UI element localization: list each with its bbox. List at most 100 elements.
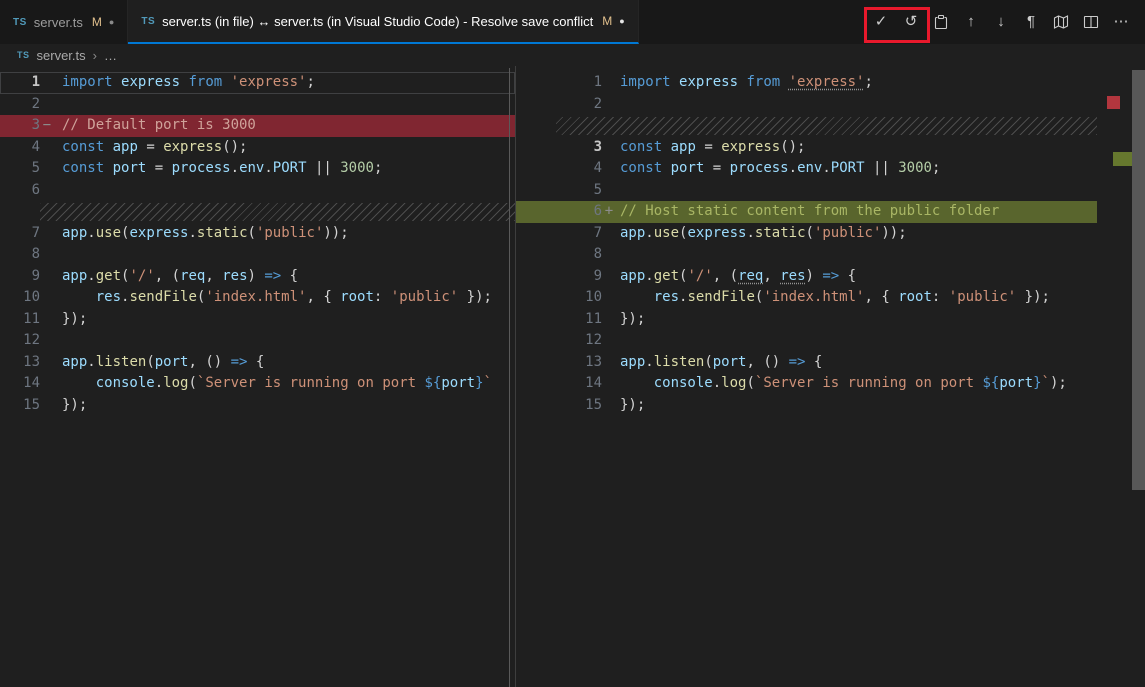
- line-number: 8: [0, 244, 40, 266]
- line-number: 5: [516, 180, 602, 202]
- diff-sign: [602, 330, 616, 352]
- code-line[interactable]: 14 console.log(`Server is running on por…: [0, 373, 515, 395]
- diff-editor: 1import express from 'express';23−// Def…: [0, 66, 1145, 687]
- code-line[interactable]: 15});: [0, 395, 515, 417]
- code-text: // Default port is 3000: [54, 115, 256, 137]
- code-text: [616, 244, 620, 266]
- code-text: res.sendFile('index.html', { root: 'publ…: [54, 287, 492, 309]
- diff-sign: [602, 137, 616, 159]
- code-line[interactable]: 3const app = express();: [516, 137, 1097, 159]
- code-text: [616, 330, 620, 352]
- diff-sign: [40, 158, 54, 180]
- code-line[interactable]: 14 console.log(`Server is running on por…: [516, 373, 1097, 395]
- code-line[interactable]: 3−// Default port is 3000: [0, 115, 515, 137]
- code-text: [616, 94, 620, 116]
- scrollbar-thumb[interactable]: [1132, 70, 1145, 490]
- code-line[interactable]: 13 app.listen(port, () => {: [516, 352, 1097, 374]
- code-text: app.listen(port, () => {: [54, 352, 264, 374]
- map-icon[interactable]: [1049, 10, 1073, 34]
- dirty-indicator-icon[interactable]: ●: [109, 17, 114, 27]
- code-text: import express from 'express';: [616, 72, 873, 94]
- code-text: [54, 180, 62, 202]
- diff-pane-original[interactable]: 1import express from 'express';23−// Def…: [0, 66, 516, 687]
- code-line[interactable]: 11});: [0, 309, 515, 331]
- accept-changes-icon[interactable]: ✓: [869, 10, 893, 34]
- minimap[interactable]: [1097, 66, 1132, 687]
- chevron-right-icon: ›: [93, 48, 97, 63]
- code-line[interactable]: 9app.get('/', (req, res) => {: [516, 266, 1097, 288]
- line-number: 2: [516, 94, 602, 116]
- clipboard-icon[interactable]: [929, 10, 953, 34]
- toggle-whitespace-icon[interactable]: ¶: [1019, 10, 1043, 34]
- code-text: app.get('/', (req, res) => {: [54, 266, 298, 288]
- revert-icon[interactable]: ↺: [899, 10, 923, 34]
- code-line[interactable]: 7app.use(express.static('public'));: [0, 223, 515, 245]
- code-text: console.log(`Server is running on port $…: [616, 373, 1067, 395]
- code-line[interactable]: 5: [516, 180, 1097, 202]
- breadcrumb-more[interactable]: …: [104, 48, 117, 63]
- line-number: 10: [516, 287, 602, 309]
- dirty-indicator-icon[interactable]: ●: [619, 16, 624, 26]
- breadcrumb-file[interactable]: server.ts: [37, 48, 86, 63]
- code-line[interactable]: 2: [516, 94, 1097, 116]
- line-number: 15: [516, 395, 602, 417]
- line-number: 6: [0, 180, 40, 202]
- code-line[interactable]: 7app.use(express.static('public'));: [516, 223, 1097, 245]
- diff-pane-modified[interactable]: 1import express from 'express';2 3const a…: [516, 66, 1145, 687]
- diff-sign: [40, 309, 54, 331]
- line-number: 7: [516, 223, 602, 245]
- code-line[interactable]: 4const port = process.env.PORT || 3000;: [516, 158, 1097, 180]
- diff-sign: [40, 330, 54, 352]
- code-line[interactable]: 12: [0, 330, 515, 352]
- diff-sign: [40, 395, 54, 417]
- line-number: 3: [0, 115, 40, 137]
- line-number: 3: [516, 137, 602, 159]
- diff-sign: [40, 72, 54, 94]
- next-change-icon[interactable]: ↓: [989, 10, 1013, 34]
- diff-sign: [602, 373, 616, 395]
- code-line[interactable]: 8: [516, 244, 1097, 266]
- code-line[interactable]: 10 res.sendFile('index.html', { root: 'p…: [0, 287, 515, 309]
- code-text: app.listen(port, () => {: [616, 352, 822, 374]
- code-text: });: [54, 309, 87, 331]
- tab-label: server.ts: [34, 15, 83, 30]
- diff-sign: [40, 94, 54, 116]
- code-line[interactable]: 13app.listen(port, () => {: [0, 352, 515, 374]
- code-line[interactable]: 1import express from 'express';: [0, 72, 515, 94]
- previous-change-icon[interactable]: ↑: [959, 10, 983, 34]
- code-line[interactable]: 2: [0, 94, 515, 116]
- code-line[interactable]: 4const app = express();: [0, 137, 515, 159]
- code-line[interactable]: 15});: [516, 395, 1097, 417]
- split-editor-icon[interactable]: [1079, 10, 1103, 34]
- line-number: 14: [516, 373, 602, 395]
- git-modified-badge: M: [92, 15, 102, 29]
- tab-server-ts[interactable]: TS server.ts M ●: [0, 0, 128, 44]
- code-text: const port = process.env.PORT || 3000;: [616, 158, 940, 180]
- diff-filler-row[interactable]: [0, 201, 515, 223]
- diff-filler-row[interactable]: [516, 115, 1097, 137]
- code-line[interactable]: 5const port = process.env.PORT || 3000;: [0, 158, 515, 180]
- diff-sign: [602, 352, 616, 374]
- code-text: app.get('/', (req, res) => {: [616, 266, 856, 288]
- code-line[interactable]: 6+// Host static content from the public…: [516, 201, 1097, 223]
- code-text: [616, 180, 620, 202]
- line-number: 1: [0, 72, 40, 94]
- tab-bar: TS server.ts M ● TS server.ts (in file) …: [0, 0, 1145, 44]
- more-actions-icon[interactable]: ⋯: [1109, 10, 1133, 34]
- breadcrumb[interactable]: TS server.ts › …: [0, 44, 1145, 66]
- diff-sign: [40, 266, 54, 288]
- code-text: const port = process.env.PORT || 3000;: [54, 158, 382, 180]
- code-line[interactable]: 10 res.sendFile('index.html', { root: 'p…: [516, 287, 1097, 309]
- code-line[interactable]: 12: [516, 330, 1097, 352]
- code-line[interactable]: 6: [0, 180, 515, 202]
- diff-sign: −: [40, 115, 54, 137]
- line-number: 13: [516, 352, 602, 374]
- git-modified-badge: M: [602, 14, 612, 28]
- code-line[interactable]: 1import express from 'express';: [516, 72, 1097, 94]
- tab-resolve-save-conflict[interactable]: TS server.ts (in file) ↔ server.ts (in V…: [128, 0, 638, 44]
- code-line[interactable]: 9app.get('/', (req, res) => {: [0, 266, 515, 288]
- code-line[interactable]: 8: [0, 244, 515, 266]
- code-line[interactable]: 11});: [516, 309, 1097, 331]
- code-text: });: [616, 395, 645, 417]
- code-text: app.use(express.static('public'));: [54, 223, 349, 245]
